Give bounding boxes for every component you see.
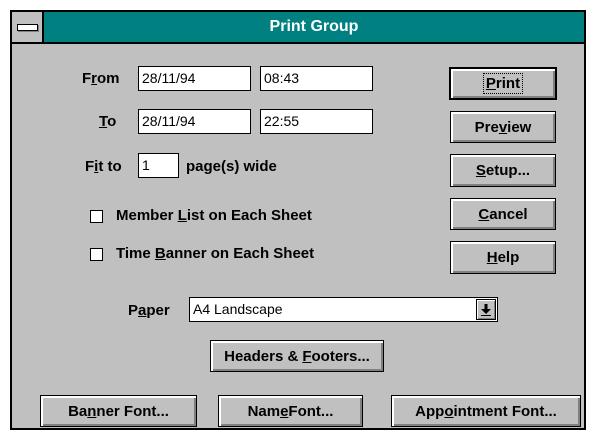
paper-label: Paper bbox=[128, 302, 170, 319]
preview-button[interactable]: Pre v iew bbox=[450, 111, 556, 143]
member-list-label: Member List on Each Sheet bbox=[116, 207, 312, 224]
time-banner-checkbox[interactable] bbox=[90, 248, 103, 261]
from-date-field[interactable]: 28/11/94 bbox=[138, 66, 251, 91]
setup-button[interactable]: Setup... bbox=[450, 154, 556, 187]
fit-suffix-label: page(s) wide bbox=[186, 158, 277, 175]
system-menu-button[interactable] bbox=[12, 12, 44, 42]
print-button[interactable]: Print bbox=[449, 67, 557, 100]
banner-font-button[interactable]: Ba n ner Font... bbox=[40, 395, 197, 427]
fit-to-label: Fit to bbox=[85, 158, 122, 175]
paper-select[interactable]: A4 Landscape bbox=[189, 297, 498, 322]
name-font-button[interactable]: Nam e Font... bbox=[218, 395, 363, 427]
from-label: From bbox=[82, 70, 120, 87]
member-list-checkbox[interactable] bbox=[90, 210, 103, 223]
window-title: Print Group bbox=[269, 18, 359, 35]
to-time-field[interactable]: 22:55 bbox=[260, 109, 373, 134]
time-banner-label: Time Banner on Each Sheet bbox=[116, 245, 315, 262]
to-date-field[interactable]: 28/11/94 bbox=[138, 109, 251, 134]
arrow-down-icon bbox=[481, 303, 491, 316]
from-time-field[interactable]: 08:43 bbox=[260, 66, 373, 91]
title-bar: Print Group bbox=[12, 12, 584, 44]
headers-footers-button[interactable]: Headers & Footers... bbox=[210, 340, 384, 372]
help-button[interactable]: Help bbox=[450, 241, 556, 274]
print-group-dialog: Print Group From 28/11/94 08:43 To 28/11… bbox=[10, 10, 586, 430]
appointment-font-button[interactable]: App o intment Font... bbox=[391, 395, 581, 427]
system-menu-icon bbox=[17, 24, 38, 31]
fit-pages-field[interactable]: 1 bbox=[138, 153, 179, 178]
to-label: To bbox=[99, 113, 117, 130]
paper-dropdown-button[interactable] bbox=[476, 299, 496, 320]
cancel-button[interactable]: Cancel bbox=[450, 198, 556, 230]
